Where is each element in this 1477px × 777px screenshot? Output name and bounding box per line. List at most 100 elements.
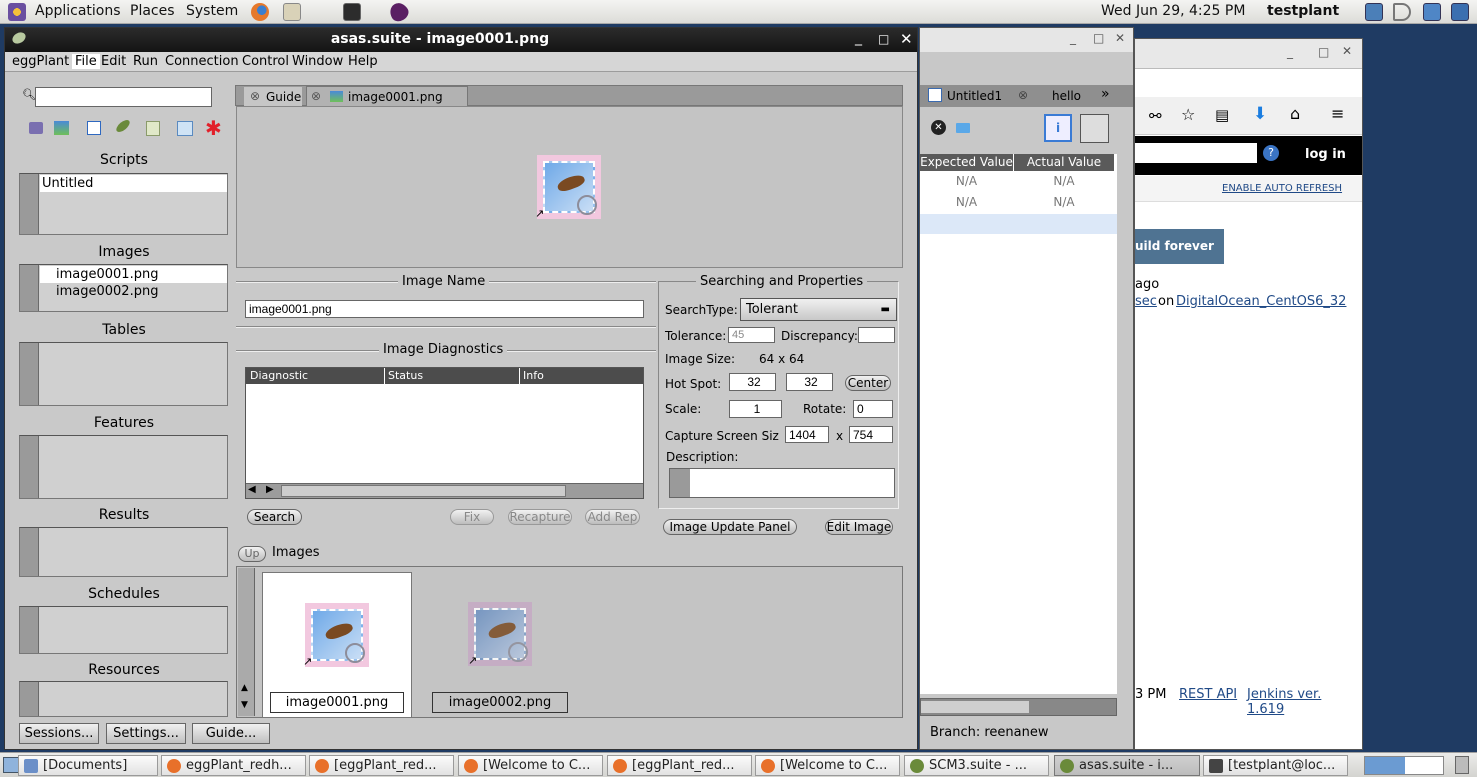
add-rep-button[interactable]: Add Rep	[585, 509, 640, 525]
scroll-down-icon[interactable]: ▼	[241, 700, 248, 710]
hotspot-x-field[interactable]	[729, 373, 776, 391]
taskbar-item[interactable]: [Welcome to C...	[755, 755, 900, 776]
script-icon[interactable]	[114, 117, 132, 135]
more-tabs-icon[interactable]: »	[1101, 86, 1110, 102]
connection-icon[interactable]	[29, 122, 43, 134]
taskbar-item-active[interactable]: asas.suite - i...	[1054, 755, 1200, 776]
search-button[interactable]: Search	[247, 509, 302, 525]
taskbar-item[interactable]: SCM3.suite - ...	[904, 755, 1049, 776]
close-tab-icon[interactable]: ⊗	[1018, 88, 1028, 102]
minimize-icon[interactable]: _	[855, 30, 862, 46]
maximize-icon[interactable]: □	[1093, 31, 1104, 45]
login-link[interactable]: log in	[1305, 147, 1346, 162]
selected-row[interactable]	[920, 214, 1117, 234]
recapture-button[interactable]: Recapture	[508, 509, 572, 525]
close-icon[interactable]: ✕	[1115, 31, 1125, 45]
binoculars-icon[interactable]: ⚯	[1149, 107, 1162, 125]
scroll-thumb[interactable]	[281, 485, 566, 497]
table-cell[interactable]: N/A	[920, 174, 1013, 188]
asterisk-icon[interactable]: ✱	[205, 116, 222, 140]
network-icon[interactable]	[1365, 3, 1383, 21]
edit-image-button[interactable]: Edit Image	[825, 519, 893, 535]
close-icon[interactable]: ✕	[1342, 44, 1352, 58]
taskbar-item[interactable]: [Welcome to C...	[458, 755, 603, 776]
description-field[interactable]	[669, 468, 895, 498]
close-tab-icon[interactable]: ⊗	[250, 89, 260, 103]
center-button[interactable]: Center	[845, 375, 891, 391]
clock[interactable]: Wed Jun 29, 4:25 PM	[1101, 3, 1245, 19]
taskbar-item[interactable]: [testplant@loc...	[1203, 755, 1348, 776]
capture-height-field[interactable]	[849, 426, 893, 443]
menu-connection[interactable]: Connection	[165, 54, 239, 69]
col-status[interactable]: Status	[385, 368, 519, 384]
close-icon[interactable]: ✕	[900, 30, 913, 48]
taskbar-item[interactable]: [Documents]	[18, 755, 158, 776]
tab-hello[interactable]: hello	[1052, 89, 1081, 103]
places-menu[interactable]: Places	[130, 3, 175, 19]
list-item[interactable]: image0001.png	[40, 266, 227, 283]
reading-list-icon[interactable]: ▤	[1215, 106, 1229, 124]
menu-run[interactable]: Run	[133, 54, 158, 69]
hotspot-y-field[interactable]	[786, 373, 833, 391]
taskbar-item[interactable]: eggPlant_redh...	[161, 755, 306, 776]
applications-menu[interactable]: Applications	[35, 3, 121, 19]
minimize-icon[interactable]: _	[1287, 45, 1293, 59]
rest-api-link[interactable]: REST API	[1179, 687, 1237, 702]
rotate-field[interactable]	[853, 400, 893, 418]
stamp-image-icon[interactable]	[468, 602, 532, 666]
table-cell[interactable]: N/A	[1014, 174, 1114, 188]
settings-button[interactable]: Settings...	[106, 723, 186, 744]
menu-help[interactable]: Help	[348, 54, 378, 69]
tolerance-field[interactable]	[728, 327, 775, 343]
bookmark-star-icon[interactable]: ☆	[1181, 105, 1195, 124]
auto-refresh-link[interactable]: ENABLE AUTO REFRESH	[1222, 183, 1342, 194]
volume-icon[interactable]	[1393, 3, 1411, 21]
display-icon[interactable]	[1423, 3, 1441, 21]
image-name-field[interactable]	[245, 300, 644, 318]
node-link[interactable]: DigitalOcean_CentOS6_32	[1176, 294, 1346, 309]
table-icon[interactable]	[87, 121, 101, 135]
update-icon[interactable]	[1451, 3, 1469, 21]
hamburger-menu-icon[interactable]: ≡	[1331, 104, 1344, 123]
user-name[interactable]: testplant	[1267, 3, 1339, 19]
workspace-1[interactable]	[1365, 757, 1405, 774]
scroll-left-icon[interactable]: ◀	[248, 484, 256, 495]
minimize-icon[interactable]: _	[1070, 31, 1076, 45]
scale-field[interactable]	[729, 400, 782, 418]
thumbnail-scrollbar[interactable]: ▲ ▼	[238, 568, 255, 716]
maximize-icon[interactable]: □	[878, 32, 889, 46]
scroll-right-icon[interactable]: ▶	[266, 484, 274, 495]
tab-image0001[interactable]: ⊗ image0001.png	[306, 86, 468, 107]
close-tab-icon[interactable]: ⊗	[311, 89, 321, 103]
mail-icon[interactable]	[283, 3, 301, 21]
image-icon[interactable]	[54, 121, 69, 135]
capture-width-field[interactable]	[785, 426, 829, 443]
taskbar-item[interactable]: [eggPlant_red...	[309, 755, 454, 776]
horizontal-scrollbar[interactable]	[920, 698, 1117, 716]
firefox-icon[interactable]	[251, 3, 269, 21]
save-button-icon[interactable]	[1080, 114, 1109, 143]
help-icon[interactable]: ?	[1263, 145, 1279, 161]
jenkins-version-link[interactable]: Jenkins ver. 1.619	[1247, 687, 1362, 717]
note-icon[interactable]	[146, 121, 160, 136]
scroll-up-icon[interactable]: ▲	[241, 683, 248, 693]
info-button-icon[interactable]: i	[1044, 114, 1072, 142]
image-update-panel-button[interactable]: Image Update Panel	[663, 519, 797, 535]
maximize-icon[interactable]: □	[1318, 45, 1329, 59]
tab-untitled1[interactable]: Untitled1	[947, 89, 1002, 103]
build-forever-button[interactable]: uild forever	[1135, 229, 1224, 264]
col-diagnostic[interactable]: Diagnostic	[246, 368, 384, 384]
table-cell[interactable]: N/A	[1014, 195, 1114, 209]
tab-guide[interactable]: ⊗ Guide	[244, 87, 302, 106]
menu-window[interactable]: Window	[292, 54, 343, 69]
menu-eggplant[interactable]: eggPlant	[12, 54, 69, 69]
terminal-icon[interactable]	[343, 3, 361, 21]
up-button[interactable]: Up	[238, 546, 266, 562]
schedule-icon[interactable]	[177, 121, 193, 136]
thumbnail-label[interactable]: image0002.png	[432, 692, 568, 713]
list-item[interactable]: image0002.png	[40, 283, 227, 300]
col-expected-value[interactable]: Expected Value	[920, 154, 1013, 171]
list-item[interactable]: Untitled	[40, 175, 227, 192]
home-icon[interactable]: ⌂	[1290, 104, 1300, 123]
trash-icon[interactable]	[1455, 756, 1469, 774]
